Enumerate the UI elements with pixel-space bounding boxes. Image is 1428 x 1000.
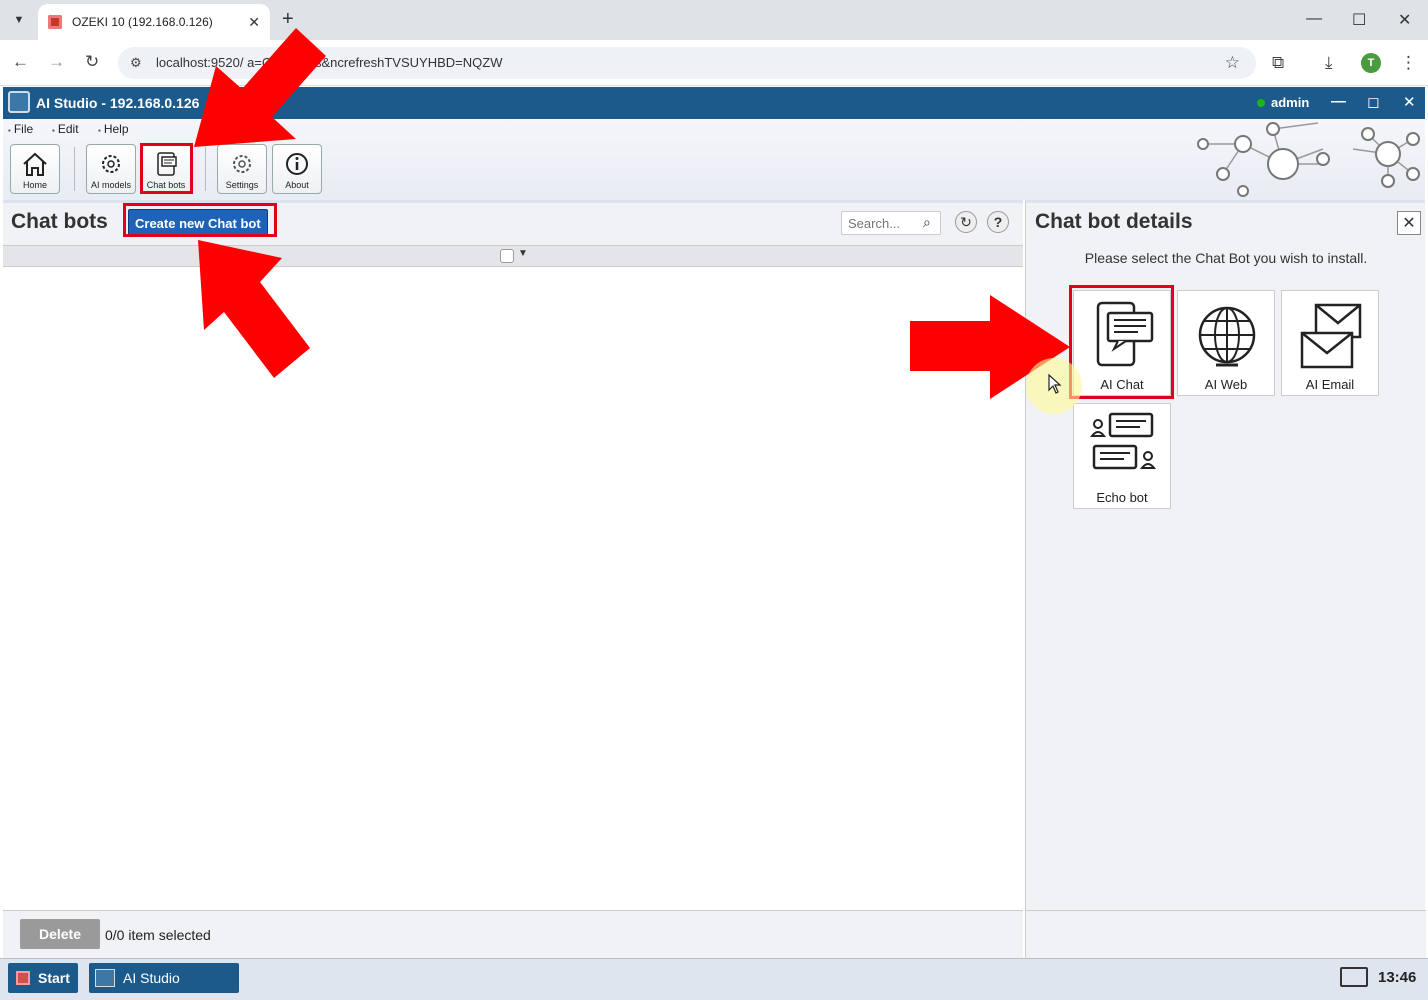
globe-icon bbox=[1198, 306, 1256, 367]
taskbar: Start AI Studio 13:46 bbox=[0, 958, 1428, 1000]
minimize-window-icon[interactable]: — bbox=[1306, 10, 1322, 28]
new-tab-plus-icon[interactable]: + bbox=[282, 9, 294, 29]
forward-arrow-icon[interactable]: → bbox=[48, 52, 65, 72]
chat-bots-button[interactable]: Chat bots bbox=[141, 144, 191, 194]
home-icon bbox=[23, 152, 47, 176]
menu-file[interactable]: File bbox=[8, 122, 33, 136]
profile-avatar[interactable]: T bbox=[1361, 53, 1381, 73]
select-all-checkbox[interactable] bbox=[500, 249, 514, 263]
bot-tile-echo-bot[interactable]: Echo bot bbox=[1073, 403, 1171, 509]
chat-bots-label: Chat bots bbox=[146, 180, 186, 190]
bot-label: AI Web bbox=[1204, 377, 1248, 392]
home-button[interactable]: Home bbox=[10, 144, 60, 194]
app-close-icon[interactable]: ✕ bbox=[1403, 93, 1416, 111]
bot-label: AI Email bbox=[1305, 377, 1355, 392]
tab-title: OZEKI 10 (192.168.0.126) bbox=[72, 15, 213, 29]
email-icon bbox=[1300, 303, 1362, 369]
ai-models-button[interactable]: AI models bbox=[86, 144, 136, 194]
site-settings-icon[interactable]: ⚙ bbox=[130, 55, 142, 71]
bot-tile-ai-email[interactable]: AI Email bbox=[1281, 290, 1379, 396]
ai-studio-task-icon bbox=[95, 969, 115, 987]
info-icon bbox=[286, 153, 308, 175]
toolbar-separator bbox=[205, 147, 206, 191]
about-button[interactable]: About bbox=[272, 144, 322, 194]
bookmark-star-icon[interactable]: ☆ bbox=[1225, 53, 1240, 73]
chat-bots-header: Chat bots Create new Chat bot ⌕ ↻ ? bbox=[3, 203, 1023, 245]
browser-tab-strip: ▼ OZEKI 10 (192.168.0.126) ✕ + — ☐ ✕ bbox=[0, 0, 1428, 40]
right-footer-bar bbox=[1026, 910, 1426, 961]
details-instruction: Please select the Chat Bot you wish to i… bbox=[1084, 250, 1368, 266]
user-name[interactable]: admin bbox=[1271, 95, 1309, 110]
close-details-icon[interactable]: ✕ bbox=[1397, 211, 1421, 235]
selection-status: 0/0 item selected bbox=[105, 927, 211, 943]
url-input[interactable]: ⚙ localhost:9520/ a=Chat+bots&ncrefreshT… bbox=[118, 47, 1256, 79]
page-title: Chat bots bbox=[11, 210, 108, 233]
mouse-cursor-icon bbox=[1048, 374, 1062, 394]
search-icon[interactable]: ⌕ bbox=[923, 214, 931, 231]
online-status-dot bbox=[1257, 99, 1265, 107]
echo-bot-icon bbox=[1090, 412, 1156, 470]
start-logo-icon bbox=[16, 971, 30, 985]
bot-tile-ai-chat[interactable]: AI Chat bbox=[1073, 290, 1171, 396]
help-icon[interactable]: ? bbox=[987, 211, 1009, 233]
maximize-window-icon[interactable]: ☐ bbox=[1352, 10, 1366, 30]
grid-header: ▼ bbox=[3, 245, 1023, 267]
tab-close-icon[interactable]: ✕ bbox=[248, 14, 260, 31]
reload-icon[interactable]: ↻ bbox=[85, 52, 99, 72]
url-text: localhost:9520/ a=Chat+bots&ncrefreshTVS… bbox=[156, 55, 503, 70]
settings-gear-icon bbox=[233, 155, 251, 173]
settings-label: Settings bbox=[225, 180, 259, 190]
tab-list-chevron-icon[interactable]: ▼ bbox=[7, 8, 31, 32]
browser-address-bar: ← → ↻ ⚙ localhost:9520/ a=Chat+bots&ncre… bbox=[0, 40, 1428, 86]
ai-models-gear-icon bbox=[102, 155, 120, 173]
browser-tab[interactable]: OZEKI 10 (192.168.0.126) ✕ bbox=[38, 4, 270, 40]
downloads-icon[interactable]: ⤓ bbox=[1325, 53, 1333, 73]
ai-studio-logo-icon bbox=[8, 91, 30, 113]
chevron-down-icon[interactable]: ▼ bbox=[518, 248, 528, 259]
menu-edit[interactable]: Edit bbox=[52, 122, 79, 136]
toolbar-area: File Edit Help Home AI models Chat bots … bbox=[3, 119, 1425, 200]
app-title-bar: AI Studio - 192.168.0.126 admin — ◻ ✕ bbox=[3, 87, 1425, 119]
chat-bots-panel: Chat bots Create new Chat bot ⌕ ↻ ? ▼ De… bbox=[3, 200, 1023, 961]
browser-menu-icon[interactable]: ⋮ bbox=[1400, 53, 1417, 73]
chat-bot-details-panel: Chat bot details ✕ Please select the Cha… bbox=[1025, 200, 1426, 961]
network-graphic-icon bbox=[1197, 122, 1420, 197]
ozeki-favicon-icon bbox=[48, 15, 62, 29]
extensions-icon[interactable]: ⧉ bbox=[1272, 53, 1284, 73]
details-title: Chat bot details bbox=[1035, 210, 1193, 233]
ai-models-label: AI models bbox=[90, 180, 132, 190]
left-footer-bar: Delete 0/0 item selected bbox=[3, 910, 1023, 961]
back-arrow-icon[interactable]: ← bbox=[12, 52, 29, 72]
taskbar-ai-studio[interactable]: AI Studio bbox=[89, 963, 239, 993]
create-new-chat-bot-button[interactable]: Create new Chat bot bbox=[128, 209, 268, 237]
start-label: Start bbox=[38, 970, 70, 986]
bot-tile-ai-web[interactable]: AI Web bbox=[1177, 290, 1275, 396]
app-title: AI Studio - 192.168.0.126 bbox=[36, 95, 200, 111]
start-button[interactable]: Start bbox=[8, 963, 78, 993]
settings-button[interactable]: Settings bbox=[217, 144, 267, 194]
taskbar-clock: 13:46 bbox=[1378, 969, 1417, 986]
chat-bots-icon bbox=[157, 152, 177, 176]
bot-label: Echo bot bbox=[1096, 490, 1148, 505]
taskbar-item-label: AI Studio bbox=[123, 970, 180, 986]
keyboard-icon[interactable] bbox=[1340, 967, 1368, 987]
app-minimize-icon[interactable]: — bbox=[1331, 93, 1346, 110]
about-label: About bbox=[285, 180, 309, 190]
refresh-icon[interactable]: ↻ bbox=[955, 211, 977, 233]
bot-label: AI Chat bbox=[1100, 377, 1144, 392]
close-window-icon[interactable]: ✕ bbox=[1398, 10, 1411, 30]
toolbar-separator bbox=[74, 147, 75, 191]
menu-help[interactable]: Help bbox=[98, 122, 129, 136]
app-maximize-icon[interactable]: ◻ bbox=[1367, 93, 1379, 111]
ai-chat-icon bbox=[1096, 301, 1154, 367]
delete-button[interactable]: Delete bbox=[20, 919, 100, 949]
home-label: Home bbox=[22, 180, 47, 190]
